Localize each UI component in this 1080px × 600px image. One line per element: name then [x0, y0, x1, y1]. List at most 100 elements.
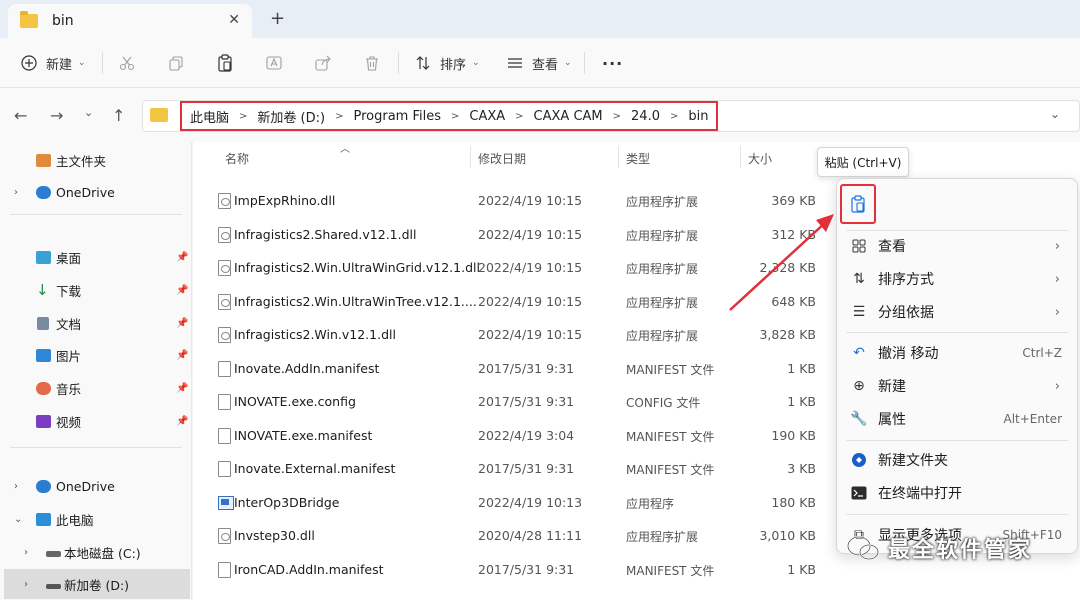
menu-item-new-folder[interactable]: 新建文件夹 [836, 445, 1076, 475]
sort-button[interactable]: 排序 ⌄ [414, 50, 480, 76]
chevron-right-icon: › [1054, 378, 1060, 394]
back-arrow-icon[interactable]: ← [14, 106, 27, 125]
sidebar-item-home[interactable]: 主文件夹 [0, 145, 190, 175]
sort-arrows-icon: ⇅ [853, 271, 865, 287]
chevron-right-icon: > [612, 110, 622, 122]
folder-icon [150, 108, 168, 122]
address-history-chevron-icon[interactable]: ⌄ [1050, 107, 1060, 121]
dll-file-icon [218, 327, 231, 343]
file-date: 2017/5/31 9:31 [478, 360, 575, 376]
sidebar-item-downloads[interactable]: ↓ 下载 📌 [0, 275, 190, 305]
pin-icon[interactable]: 📌 [176, 350, 188, 361]
menu-item-properties[interactable]: 🔧 属性 Alt+Enter [836, 404, 1076, 434]
sidebar-item-music[interactable]: 音乐 📌 [0, 373, 190, 403]
forward-arrow-icon[interactable]: → [50, 106, 63, 125]
breadcrumb-version[interactable]: 24.0 [631, 109, 660, 124]
file-name: Inovate.External.manifest [234, 461, 396, 476]
menu-item-sort[interactable]: ⇅ 排序方式 › [836, 264, 1076, 294]
watermark: 最全软件管家 [846, 532, 1032, 564]
chevron-down-icon: ⌄ [78, 58, 86, 68]
table-row[interactable]: Inovate.External.manifest 2017/5/31 9:31 M… [210, 453, 830, 486]
chevron-right-icon: > [515, 110, 524, 122]
file-date: 2022/4/19 10:15 [478, 293, 583, 309]
cloud-icon [36, 479, 51, 493]
table-row[interactable]: IronCAD.AddIn.manifest 2017/5/31 9:31 MANI… [210, 554, 830, 587]
pin-icon[interactable]: 📌 [176, 285, 188, 296]
context-paste-button[interactable] [840, 184, 876, 224]
undo-icon: ↶ [853, 345, 865, 361]
desktop-icon [36, 250, 51, 264]
table-row[interactable]: INOVATE.exe.manifest 2022/4/19 3:04 MANIFE… [210, 420, 830, 453]
file-type: MANIFEST 文件 [626, 463, 715, 477]
table-row[interactable]: Invstep30.dll 2020/4/28 11:11 应用程序扩展 3,010 … [210, 520, 830, 553]
pin-icon[interactable]: 📌 [176, 252, 188, 263]
cut-button[interactable] [118, 50, 144, 76]
file-name: INOVATE.exe.manifest [234, 427, 373, 443]
table-row[interactable]: Infragistics2.Shared.v12.1.dll 2022/4/19 … [210, 219, 830, 252]
table-row[interactable]: Infragistics2.Win.UltraWinGrid.v12.1.dll… [210, 252, 830, 285]
cloud-icon [36, 185, 51, 199]
view-button-label: 查看 [532, 57, 559, 73]
breadcrumb-drive-d[interactable]: 新加卷 (D:) [257, 107, 325, 126]
rename-button[interactable] [265, 50, 291, 76]
file-icon [218, 461, 231, 477]
table-row-partial[interactable] [210, 154, 830, 176]
up-arrow-icon[interactable]: ↑ [112, 106, 125, 125]
menu-item-terminal[interactable]: 在终端中打开 [836, 478, 1076, 508]
pin-icon[interactable]: 📌 [176, 383, 188, 394]
sidebar-item-onedrive-2[interactable]: › OneDrive [0, 471, 190, 501]
breadcrumb-this-pc[interactable]: 此电脑 [190, 107, 229, 126]
dll-file-icon [218, 193, 231, 209]
more-options-button[interactable]: ··· [602, 50, 623, 76]
chevron-right-icon: > [669, 110, 679, 122]
delete-button[interactable] [363, 50, 389, 76]
breadcrumb[interactable]: 此电脑 > 新加卷 (D:) > Program Files > CAXA > … [180, 101, 719, 131]
sidebar-item-onedrive[interactable]: › OneDrive [0, 177, 190, 207]
table-row[interactable]: ImpExpRhino.dll 2022/4/19 10:15 应用程序扩展 369 … [210, 185, 830, 218]
sidebar-item-videos[interactable]: 视频 📌 [0, 406, 190, 436]
copy-button[interactable] [167, 50, 193, 76]
new-button[interactable]: 新建 ⌄ [20, 50, 86, 76]
menu-item-undo[interactable]: ↶ 撤消 移动 Ctrl+Z [836, 338, 1076, 368]
dll-file-icon [218, 293, 231, 310]
pin-icon[interactable]: 📌 [176, 318, 188, 329]
file-name: Infragistics2.Shared.v12.1.dll [234, 226, 417, 242]
menu-item-new[interactable]: ⊕ 新建 › [836, 371, 1076, 401]
table-row[interactable]: Infragistics2.Win.UltraWinTree.v12.1....… [210, 286, 830, 319]
breadcrumb-bin[interactable]: bin [688, 109, 708, 124]
sidebar-item-documents[interactable]: 文档 📌 [0, 308, 190, 338]
table-row[interactable]: INOVATE.exe.config 2017/5/31 9:31 CONFIG 文… [210, 386, 830, 419]
share-button[interactable] [314, 50, 340, 76]
recent-chevron-icon[interactable]: ⌄ [84, 106, 93, 119]
paste-button[interactable] [216, 50, 242, 76]
chevron-down-icon: ⌄ [14, 513, 23, 525]
close-tab-icon[interactable]: ✕ [228, 12, 240, 28]
sidebar-item-drive-c[interactable]: › 本地磁盘 (C:) [0, 537, 190, 567]
sidebar-item-this-pc[interactable]: ⌄ 此电脑 [0, 504, 190, 534]
paste-tooltip: 粘贴 (Ctrl+V) [817, 147, 909, 177]
drive-icon [46, 551, 61, 557]
table-row[interactable]: InterOp3DBridge 2022/4/19 10:13 应用程序 180 KB [210, 487, 830, 520]
breadcrumb-caxa[interactable]: CAXA [469, 109, 505, 124]
sidebar-item-pictures[interactable]: 图片 📌 [0, 340, 190, 370]
clipboard-icon [216, 54, 234, 72]
document-icon [37, 316, 49, 330]
file-type: 应用程序扩展 [626, 195, 699, 209]
menu-item-group[interactable]: ☰ 分组依据 › [836, 297, 1076, 327]
sidebar-item-drive-d[interactable]: › 新加卷 (D:) [4, 569, 190, 599]
file-date: 2020/4/28 11:11 [478, 528, 583, 543]
file-size: 3,010 KB [759, 528, 816, 543]
chevron-right-icon: > [239, 110, 248, 122]
pin-icon[interactable]: 📌 [176, 416, 188, 427]
new-tab-button[interactable]: + [270, 8, 285, 29]
view-button[interactable]: 查看 ⌄ [506, 50, 572, 76]
sidebar-item-desktop[interactable]: 桌面 📌 [0, 242, 190, 272]
menu-item-view[interactable]: 查看 › [836, 231, 1076, 261]
table-row[interactable]: Inovate.AddIn.manifest 2017/5/31 9:31 MANI… [210, 353, 830, 386]
breadcrumb-caxa-cam[interactable]: CAXA CAM [534, 109, 603, 124]
breadcrumb-program-files[interactable]: Program Files [353, 109, 441, 124]
tab-bin[interactable]: bin ✕ [8, 4, 252, 38]
file-date: 2017/5/31 9:31 [478, 561, 575, 577]
table-row[interactable]: Infragistics2.Win.v12.1.dll 2022/4/19 10:… [210, 319, 830, 352]
file-icon [218, 360, 231, 377]
